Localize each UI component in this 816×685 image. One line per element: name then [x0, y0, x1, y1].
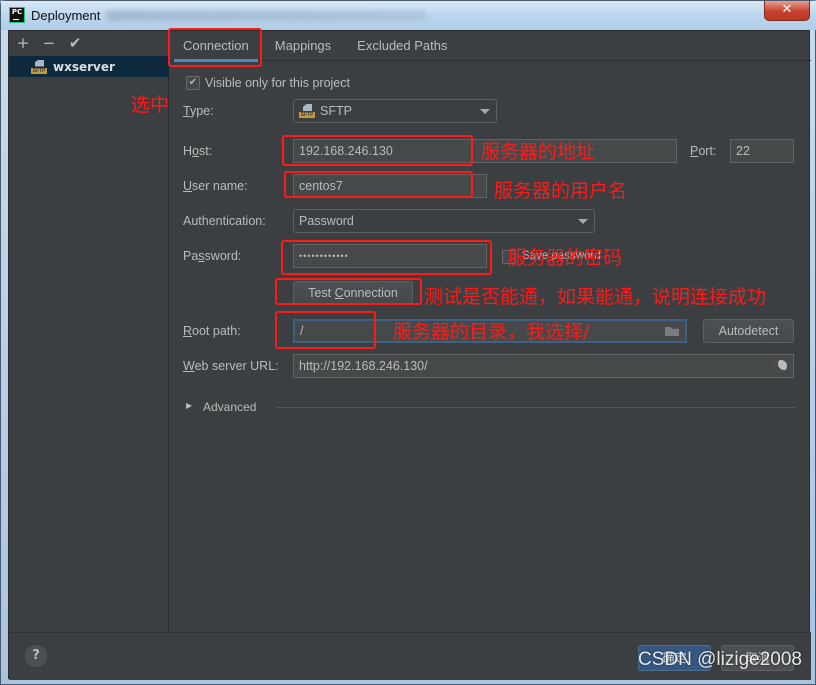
server-list-toolbar: + − ✔	[9, 31, 168, 55]
authentication-select[interactable]: Password	[293, 209, 595, 233]
root-path-label: Root path:	[183, 324, 241, 338]
server-name: wxserver	[53, 59, 115, 74]
sftp-icon: SFTP	[31, 59, 47, 74]
pycharm-icon: PC	[9, 7, 25, 23]
chevron-down-icon	[480, 109, 490, 114]
set-default-button[interactable]: ✔	[68, 36, 82, 51]
deployment-dialog: PC Deployment ✕ + − ✔ SFTP wxserver Conn	[0, 0, 816, 685]
autodetect-button[interactable]: Autodetect	[703, 319, 794, 343]
help-button[interactable]: ?	[25, 645, 47, 667]
port-label: Port:	[690, 144, 717, 158]
advanced-divider	[276, 407, 796, 408]
authentication-value: Password	[299, 214, 354, 228]
remove-server-button[interactable]: −	[42, 36, 56, 51]
tab-connection[interactable]: Connection	[170, 31, 262, 62]
blurred-title-path	[106, 10, 426, 21]
tab-excluded-paths[interactable]: Excluded Paths	[344, 31, 460, 61]
add-server-button[interactable]: +	[16, 36, 30, 51]
expand-arrow-icon: ▶	[186, 401, 193, 410]
save-password-checkbox[interactable]	[502, 250, 516, 264]
advanced-section[interactable]: ▶ Advanced	[186, 400, 796, 416]
sftp-icon: SFTP	[299, 104, 315, 118]
settings-panel: Connection Mappings Excluded Paths ✔ Vis…	[170, 31, 811, 631]
server-list-panel: + − ✔ SFTP wxserver	[9, 31, 169, 631]
save-password-label: Save password	[522, 250, 601, 262]
user-name-label: User name:	[183, 179, 248, 193]
test-connection-button[interactable]: Test Connection	[293, 281, 413, 305]
host-input[interactable]: 192.168.246.130	[293, 139, 677, 163]
password-label: Password:	[183, 249, 242, 263]
web-server-url-value: http://192.168.246.130/	[299, 359, 428, 373]
host-label: Host:	[183, 144, 213, 158]
authentication-label: Authentication:	[183, 214, 266, 228]
chevron-down-icon	[578, 219, 588, 224]
type-label: Type:	[183, 104, 214, 118]
visible-only-checkbox[interactable]: ✔	[186, 76, 200, 90]
globe-icon[interactable]	[775, 360, 787, 372]
advanced-label: Advanced	[203, 400, 257, 414]
folder-icon[interactable]	[665, 327, 679, 336]
server-item-wxserver[interactable]: SFTP wxserver	[9, 56, 169, 77]
title-bar[interactable]: PC Deployment ✕	[1, 1, 816, 30]
password-input[interactable]: ••••••••••••	[293, 244, 487, 268]
type-value: SFTP	[320, 104, 352, 118]
root-path-input[interactable]: /	[293, 319, 687, 343]
root-path-value: /	[300, 324, 304, 338]
close-button[interactable]: ✕	[764, 1, 810, 21]
tab-mappings[interactable]: Mappings	[262, 31, 344, 61]
tab-bar: Connection Mappings Excluded Paths	[170, 31, 811, 62]
visible-only-label: Visible only for this project	[205, 76, 350, 90]
window-title: Deployment	[31, 8, 101, 23]
type-select[interactable]: SFTP SFTP	[293, 99, 497, 123]
dialog-body: + − ✔ SFTP wxserver Connection Mappings …	[8, 30, 811, 680]
web-server-url-input[interactable]: http://192.168.246.130/	[293, 354, 794, 378]
user-name-input[interactable]: centos7	[293, 174, 487, 198]
web-server-url-label: Web server URL:	[183, 359, 279, 373]
port-input[interactable]: 22	[730, 139, 794, 163]
csdn-watermark: CSDN @lizige2008	[638, 649, 802, 670]
